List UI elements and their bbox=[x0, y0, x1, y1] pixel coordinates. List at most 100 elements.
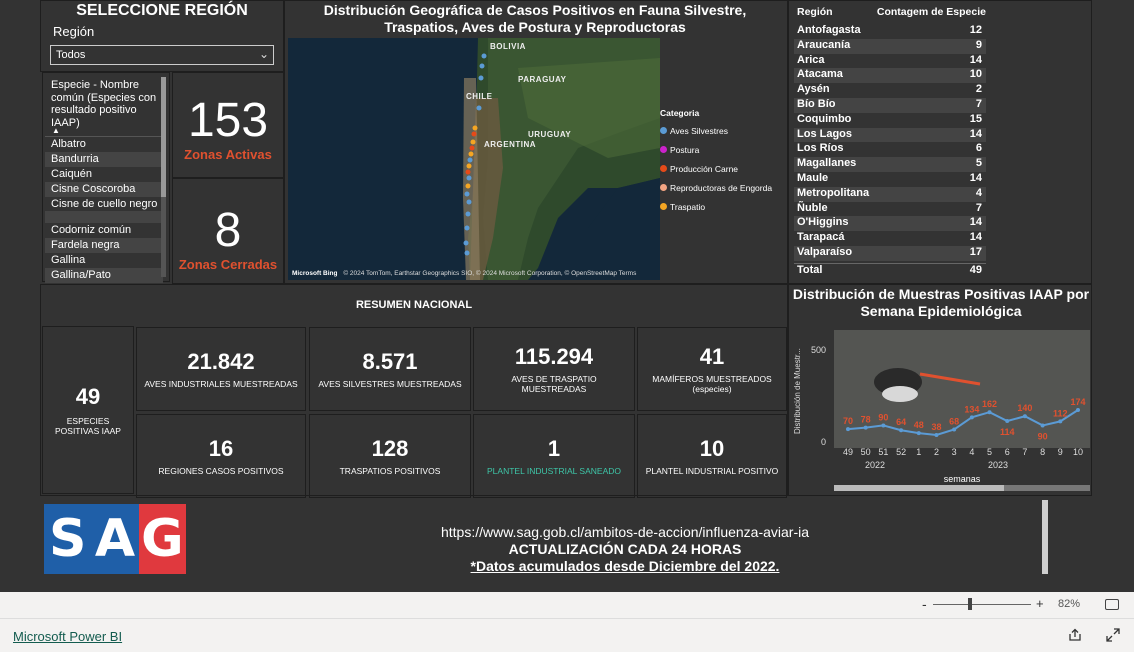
table-row[interactable]: Antofagasta 12 bbox=[794, 24, 986, 39]
data-point[interactable] bbox=[952, 427, 957, 432]
table-row[interactable]: Araucanía 9 bbox=[794, 38, 986, 54]
data-label: 90 bbox=[1038, 431, 1048, 441]
map-point[interactable] bbox=[469, 145, 475, 151]
data-point[interactable] bbox=[1076, 407, 1080, 412]
fullscreen-icon[interactable] bbox=[1106, 628, 1120, 642]
bing-logo: Microsoft Bing bbox=[292, 270, 338, 277]
legend-item[interactable]: Reproductoras de Engorda bbox=[660, 178, 772, 197]
species-scrollbar-thumb[interactable] bbox=[161, 77, 166, 197]
data-point[interactable] bbox=[1022, 414, 1027, 419]
map-point[interactable] bbox=[471, 131, 477, 137]
zoom-slider-handle[interactable] bbox=[968, 598, 972, 610]
data-point[interactable] bbox=[969, 415, 974, 420]
table-row[interactable]: Los Ríos 6 bbox=[794, 142, 986, 157]
species-item[interactable]: Cisne de cuello negro bbox=[45, 197, 163, 212]
table-row[interactable]: Aysén 2 bbox=[794, 83, 986, 98]
table-row[interactable]: Coquimbo 15 bbox=[794, 113, 986, 128]
x-tick-label: 6 bbox=[1005, 447, 1010, 457]
species-item[interactable]: Bandurria bbox=[45, 151, 163, 167]
map-point[interactable] bbox=[466, 199, 472, 205]
table-row[interactable]: Tarapacá 14 bbox=[794, 231, 986, 246]
map-point[interactable] bbox=[470, 139, 476, 145]
footer-url[interactable]: https://www.sag.gob.cl/ambitos-de-accion… bbox=[355, 524, 895, 541]
data-point[interactable] bbox=[846, 427, 850, 432]
zoom-out-button[interactable]: - bbox=[922, 596, 927, 612]
data-point[interactable] bbox=[1040, 423, 1045, 428]
map-point[interactable] bbox=[464, 225, 470, 231]
data-label: 68 bbox=[949, 416, 959, 426]
zoom-in-button[interactable]: + bbox=[1036, 596, 1044, 611]
map-point[interactable] bbox=[479, 63, 485, 69]
table-row[interactable]: Metropolitana 4 bbox=[794, 186, 986, 202]
cell-count: 12 bbox=[969, 24, 982, 36]
map-point[interactable] bbox=[465, 211, 471, 217]
cell-region: O'Higgins bbox=[797, 216, 849, 229]
cell-region: Los Lagos bbox=[797, 127, 853, 140]
legend-item[interactable]: Traspatio bbox=[660, 197, 772, 216]
species-item[interactable]: Gallina bbox=[45, 253, 163, 268]
table-row[interactable]: Arica 14 bbox=[794, 54, 986, 69]
legend-item[interactable]: Aves Silvestres bbox=[660, 121, 772, 140]
map-point[interactable] bbox=[466, 163, 472, 169]
species-item[interactable]: Codorniz común bbox=[45, 223, 163, 238]
table-row[interactable]: Ñuble 7 bbox=[794, 202, 986, 217]
species-item[interactable]: Cisne Coscoroba bbox=[45, 181, 163, 197]
map-point[interactable] bbox=[463, 240, 469, 246]
col-region[interactable]: Región bbox=[794, 6, 833, 24]
species-item[interactable]: Gallina/Pato bbox=[45, 268, 163, 284]
data-point[interactable] bbox=[934, 433, 939, 438]
data-point[interactable] bbox=[863, 425, 868, 430]
map-point[interactable] bbox=[468, 151, 474, 157]
kpi-closed-value: 8 bbox=[214, 204, 242, 257]
data-point[interactable] bbox=[899, 428, 904, 433]
map-point[interactable] bbox=[467, 157, 473, 163]
data-point[interactable] bbox=[916, 431, 921, 436]
table-row[interactable]: Magallanes 5 bbox=[794, 157, 986, 172]
map-attribution-text: © 2024 TomTom, Earthstar Geographics SIO… bbox=[343, 270, 637, 277]
map-point[interactable] bbox=[472, 125, 478, 131]
share-icon[interactable] bbox=[1068, 628, 1082, 642]
data-point[interactable] bbox=[1005, 419, 1010, 424]
legend-swatch bbox=[660, 165, 667, 172]
legend-item[interactable]: Producción Carne bbox=[660, 159, 772, 178]
map-canvas[interactable]: BOLIVIA PARAGUAY CHILE URUGUAY ARGENTINA… bbox=[288, 38, 660, 280]
region-dropdown[interactable]: Todos ⌄ bbox=[50, 45, 274, 65]
table-row[interactable]: O'Higgins 14 bbox=[794, 216, 986, 232]
region-table[interactable]: Región Contagem de Especie Antofagasta 12… bbox=[794, 6, 986, 276]
map-point[interactable] bbox=[478, 75, 484, 81]
species-item[interactable] bbox=[45, 211, 163, 224]
power-bi-link[interactable]: Microsoft Power BI bbox=[13, 629, 122, 644]
species-item[interactable]: Fardela negra bbox=[45, 238, 163, 254]
table-row[interactable]: Bío Bío 7 bbox=[794, 97, 986, 113]
table-row[interactable]: Los Lagos 14 bbox=[794, 127, 986, 143]
chevron-down-icon: ⌄ bbox=[258, 47, 269, 61]
species-item[interactable]: Caiquén bbox=[45, 167, 163, 182]
resumen-title: RESUMEN NACIONAL bbox=[355, 299, 473, 311]
table-row[interactable]: Atacama 10 bbox=[794, 68, 986, 84]
table-row[interactable]: Valparaíso 17 bbox=[794, 245, 986, 261]
col-count[interactable]: Contagem de Especie bbox=[877, 6, 986, 24]
data-point[interactable] bbox=[1058, 419, 1063, 424]
page-scrollbar[interactable] bbox=[1042, 500, 1048, 574]
fit-to-page-icon[interactable] bbox=[1105, 599, 1119, 610]
resumen-card: 21.842 AVES INDUSTRIALES MUESTREADAS bbox=[136, 327, 306, 411]
legend-item[interactable]: Postura bbox=[660, 140, 772, 159]
map-point[interactable] bbox=[476, 105, 482, 111]
species-item[interactable]: Albatro bbox=[45, 137, 163, 152]
data-point[interactable] bbox=[987, 410, 992, 415]
data-point[interactable] bbox=[881, 423, 886, 428]
resumen-card-label: AVES SILVESTRES MUESTREADAS bbox=[318, 379, 462, 389]
footer-update: ACTUALIZACIÓN CADA 24 HORAS bbox=[508, 541, 742, 557]
map-point[interactable] bbox=[466, 175, 472, 181]
zoom-slider[interactable] bbox=[933, 604, 1031, 605]
y-axis-label: Distribución de Muestr... bbox=[793, 348, 802, 434]
map-point[interactable] bbox=[464, 250, 470, 256]
chart-scrollbar-thumb[interactable] bbox=[834, 485, 1004, 491]
legend-label: Postura bbox=[670, 144, 700, 155]
line-chart[interactable]: 5000Distribución de Muestr... 70497850905… bbox=[788, 322, 1092, 492]
map-point[interactable] bbox=[481, 53, 487, 59]
map-point[interactable] bbox=[465, 169, 471, 175]
table-row[interactable]: Maule 14 bbox=[794, 172, 986, 187]
map-point[interactable] bbox=[465, 183, 471, 189]
map-point[interactable] bbox=[464, 191, 470, 197]
